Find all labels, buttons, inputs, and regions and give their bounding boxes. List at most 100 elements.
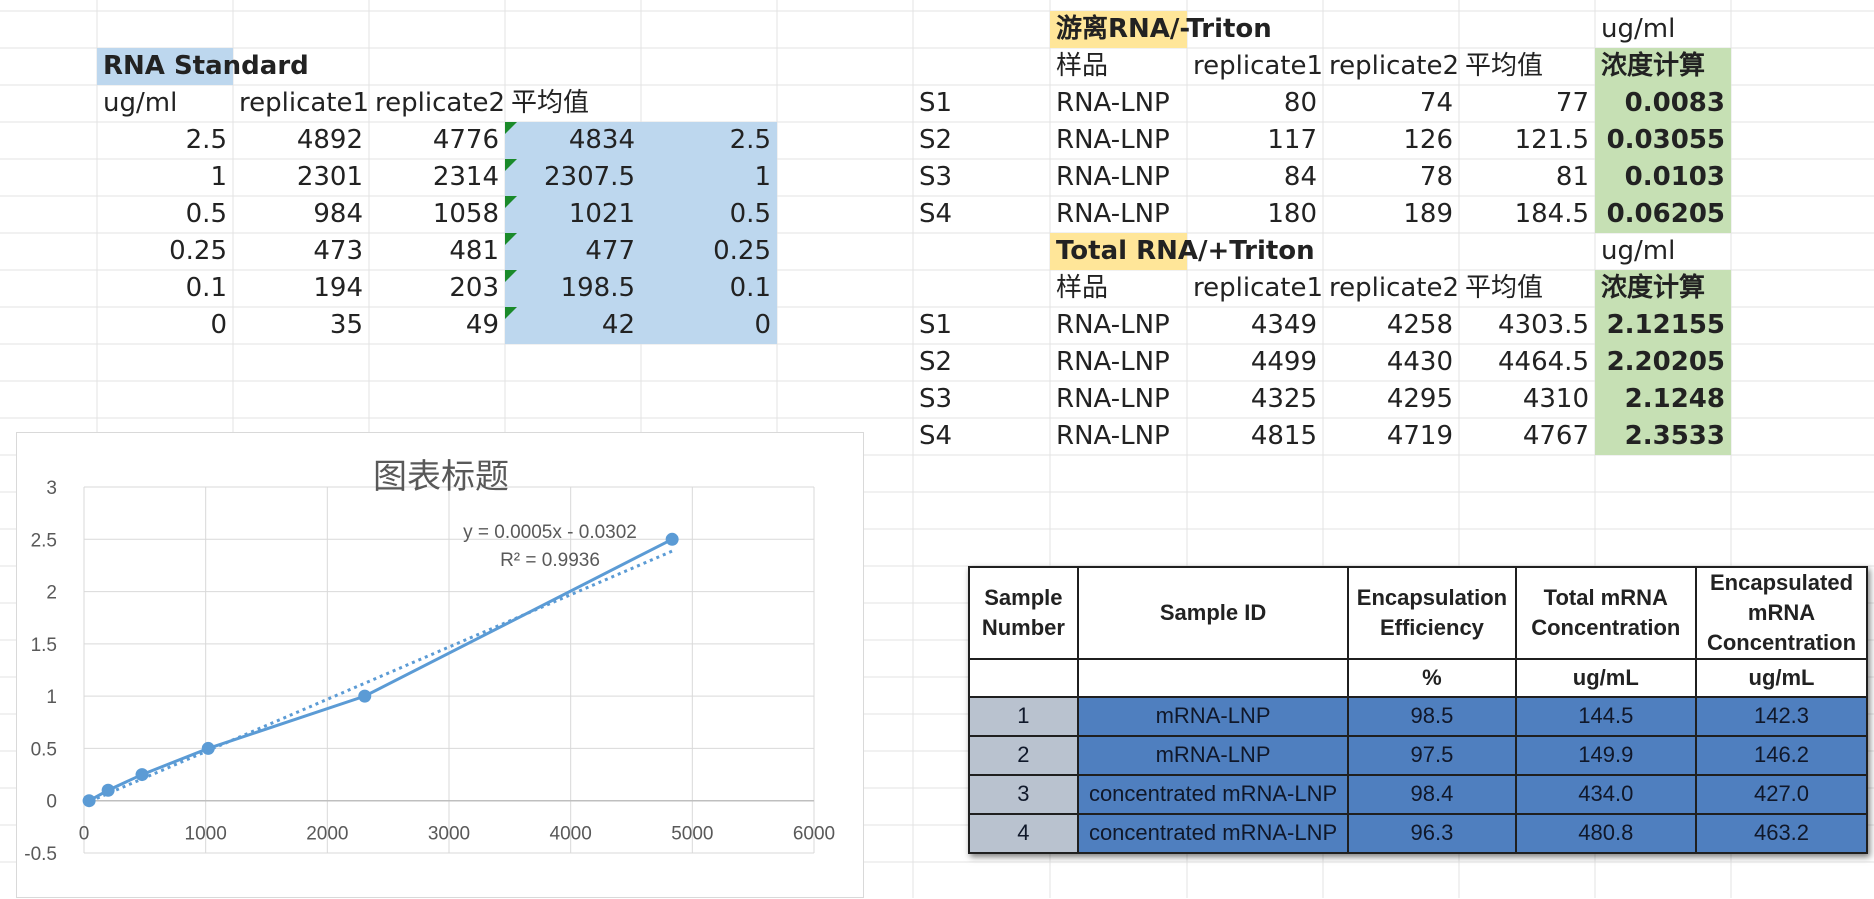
standard-data-cell[interactable]: 198.5	[505, 270, 641, 307]
standard-data-cell[interactable]: 477	[505, 233, 641, 270]
free-rna-header-cell[interactable]: 平均值	[1459, 48, 1595, 85]
total-rna-data-cell[interactable]: 4767	[1459, 418, 1595, 455]
standard-data-cell[interactable]: 2307.5	[505, 159, 641, 196]
total-rna-unit-cell[interactable]: ug/ml	[1595, 233, 1731, 270]
free-rna-data-cell[interactable]: 0.0103	[1595, 159, 1731, 196]
standard-data-cell[interactable]: 473	[233, 233, 369, 270]
total-rna-data-cell[interactable]: 4499	[1187, 344, 1323, 381]
free-rna-data-cell[interactable]: 0.06205	[1595, 196, 1731, 233]
standard-data-cell[interactable]: 0.1	[97, 270, 233, 307]
free-rna-data-cell[interactable]: 117	[1187, 122, 1323, 159]
total-rna-header-cell[interactable]: 平均值	[1459, 270, 1595, 307]
free-rna-data-cell[interactable]: 189	[1323, 196, 1459, 233]
standard-title-cell[interactable]: RNA Standard	[97, 48, 309, 85]
chart-x-tick-label: 0	[79, 824, 90, 845]
total-rna-data-cell[interactable]: 4430	[1323, 344, 1459, 381]
free-rna-data-cell[interactable]: 78	[1323, 159, 1459, 196]
free-rna-header-cell[interactable]: replicate2	[1323, 48, 1459, 85]
free-rna-data-cell[interactable]: 180	[1187, 196, 1323, 233]
total-rna-data-cell[interactable]: S3	[913, 381, 1050, 418]
total-rna-data-cell[interactable]: RNA-LNP	[1050, 418, 1187, 455]
total-rna-data-cell[interactable]: 4815	[1187, 418, 1323, 455]
free-rna-data-cell[interactable]: S4	[913, 196, 1050, 233]
total-rna-data-cell[interactable]: 4719	[1323, 418, 1459, 455]
total-rna-data-cell[interactable]: 4349	[1187, 307, 1323, 344]
total-rna-data-cell[interactable]: 4310	[1459, 381, 1595, 418]
total-rna-header-cell[interactable]: replicate2	[1323, 270, 1459, 307]
total-rna-data-cell[interactable]: 2.3533	[1595, 418, 1731, 455]
free-rna-data-cell[interactable]: 77	[1459, 85, 1595, 122]
total-rna-data-cell[interactable]: 4295	[1323, 381, 1459, 418]
free-rna-data-cell[interactable]: 80	[1187, 85, 1323, 122]
standard-data-cell[interactable]: 0	[641, 307, 777, 344]
chart-area[interactable]: 3 2.5 2 1.5 1 0.5 0 -0.5 0 1000 2000 3000 4000 5000 60…	[16, 432, 864, 898]
standard-header-cell[interactable]: 平均值	[505, 85, 641, 122]
pasted-image-table[interactable]: Sample Number Sample ID Encapsulation Ef…	[968, 566, 1868, 855]
standard-data-cell[interactable]: 481	[369, 233, 505, 270]
total-rna-header-cell[interactable]: replicate1	[1187, 270, 1323, 307]
free-rna-title-cell[interactable]: 游离RNA/-Triton	[1050, 11, 1272, 48]
total-rna-data-cell[interactable]: 2.12155	[1595, 307, 1731, 344]
total-rna-data-cell[interactable]: S1	[913, 307, 1050, 344]
standard-header-cell[interactable]: replicate2	[369, 85, 505, 122]
free-rna-data-cell[interactable]: RNA-LNP	[1050, 196, 1187, 233]
total-rna-data-cell[interactable]: 4258	[1323, 307, 1459, 344]
standard-header-cell[interactable]: ug/ml	[97, 85, 233, 122]
standard-data-cell[interactable]: 4892	[233, 122, 369, 159]
standard-data-cell[interactable]: 0.1	[641, 270, 777, 307]
total-rna-data-cell[interactable]: RNA-LNP	[1050, 307, 1187, 344]
standard-data-cell[interactable]: 1	[641, 159, 777, 196]
free-rna-data-cell[interactable]: 84	[1187, 159, 1323, 196]
total-rna-data-cell[interactable]: 4325	[1187, 381, 1323, 418]
standard-data-cell[interactable]: 0.25	[641, 233, 777, 270]
standard-data-cell[interactable]: 2301	[233, 159, 369, 196]
standard-data-cell[interactable]: 1058	[369, 196, 505, 233]
standard-data-cell[interactable]: 35	[233, 307, 369, 344]
free-rna-data-cell[interactable]: 184.5	[1459, 196, 1595, 233]
standard-header-cell[interactable]: replicate1	[233, 85, 369, 122]
standard-data-cell[interactable]: 4776	[369, 122, 505, 159]
free-rna-data-cell[interactable]: RNA-LNP	[1050, 122, 1187, 159]
standard-data-cell[interactable]: 203	[369, 270, 505, 307]
total-rna-header-cell[interactable]: 浓度计算	[1595, 270, 1731, 307]
standard-data-cell[interactable]: 0.25	[97, 233, 233, 270]
free-rna-data-cell[interactable]: 0.03055	[1595, 122, 1731, 159]
total-rna-header-cell[interactable]: 样品	[1050, 270, 1187, 307]
standard-data-cell[interactable]: 194	[233, 270, 369, 307]
total-rna-data-cell[interactable]: 4464.5	[1459, 344, 1595, 381]
free-rna-header-cell[interactable]: replicate1	[1187, 48, 1323, 85]
free-rna-header-cell[interactable]: 样品	[1050, 48, 1187, 85]
free-rna-data-cell[interactable]: S2	[913, 122, 1050, 159]
total-rna-data-cell[interactable]: S4	[913, 418, 1050, 455]
standard-data-cell[interactable]: 42	[505, 307, 641, 344]
standard-data-cell[interactable]: 1	[97, 159, 233, 196]
free-rna-data-cell[interactable]: 126	[1323, 122, 1459, 159]
free-rna-data-cell[interactable]: RNA-LNP	[1050, 85, 1187, 122]
standard-data-cell[interactable]: 0.5	[97, 196, 233, 233]
total-rna-data-cell[interactable]: 2.20205	[1595, 344, 1731, 381]
free-rna-data-cell[interactable]: RNA-LNP	[1050, 159, 1187, 196]
free-rna-data-cell[interactable]: S3	[913, 159, 1050, 196]
standard-data-cell[interactable]: 49	[369, 307, 505, 344]
free-rna-header-cell[interactable]: 浓度计算	[1595, 48, 1731, 85]
standard-data-cell[interactable]: 1021	[505, 196, 641, 233]
standard-data-cell[interactable]: 0	[97, 307, 233, 344]
standard-data-cell[interactable]: 4834	[505, 122, 641, 159]
total-rna-data-cell[interactable]: RNA-LNP	[1050, 381, 1187, 418]
free-rna-data-cell[interactable]: 81	[1459, 159, 1595, 196]
total-rna-data-cell[interactable]: S2	[913, 344, 1050, 381]
standard-data-cell[interactable]: 2.5	[641, 122, 777, 159]
standard-data-cell[interactable]: 2.5	[97, 122, 233, 159]
free-rna-data-cell[interactable]: 121.5	[1459, 122, 1595, 159]
standard-data-cell[interactable]: 2314	[369, 159, 505, 196]
free-rna-unit-cell[interactable]: ug/ml	[1595, 11, 1731, 48]
total-rna-data-cell[interactable]: RNA-LNP	[1050, 344, 1187, 381]
total-rna-title-cell[interactable]: Total RNA/+Triton	[1050, 233, 1315, 270]
free-rna-data-cell[interactable]: S1	[913, 85, 1050, 122]
total-rna-data-cell[interactable]: 4303.5	[1459, 307, 1595, 344]
total-rna-data-cell[interactable]: 2.1248	[1595, 381, 1731, 418]
standard-data-cell[interactable]: 0.5	[641, 196, 777, 233]
free-rna-data-cell[interactable]: 0.0083	[1595, 85, 1731, 122]
free-rna-data-cell[interactable]: 74	[1323, 85, 1459, 122]
standard-data-cell[interactable]: 984	[233, 196, 369, 233]
